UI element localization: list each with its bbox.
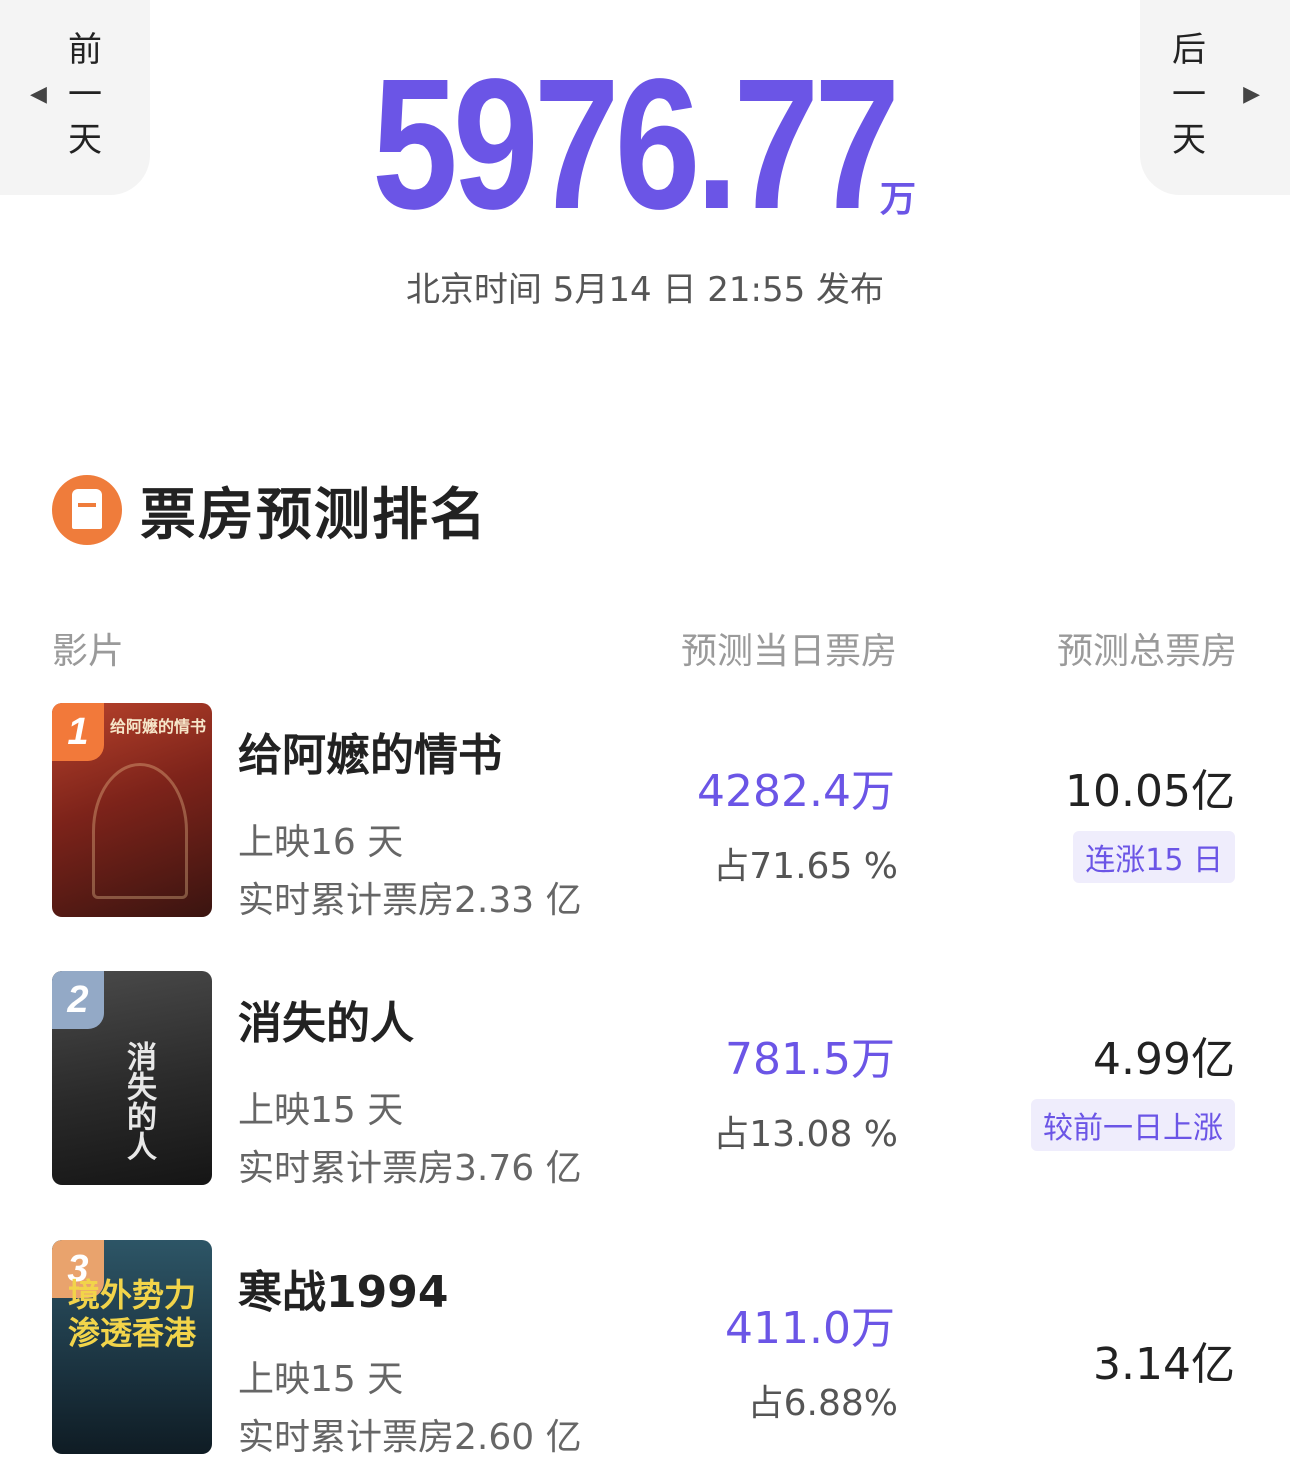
rank-badge: 2: [52, 971, 104, 1029]
forecast-total: 4.99亿: [1093, 1034, 1235, 1085]
share-percent: 占13.08 %: [713, 1114, 898, 1155]
cumulative-box-office: 实时累计票房2.60 亿: [238, 1417, 582, 1458]
movie-row[interactable]: 1 给阿嬷的情书 给阿嬷的情书 上映16 天 实时累计票房2.33 亿 4282…: [0, 703, 1290, 923]
trend-tag: 较前一日上涨: [1031, 1099, 1235, 1151]
release-days: 上映15 天: [238, 1090, 404, 1131]
total-box-office-unit: 万: [880, 179, 917, 220]
cumulative-box-office: 实时累计票房3.76 亿: [238, 1148, 582, 1189]
rank-badge: 1: [52, 703, 104, 761]
share-percent: 占6.88%: [747, 1383, 898, 1424]
column-header-today: 预测当日票房: [680, 631, 897, 672]
ranking-header: 票房预测排名: [52, 470, 488, 550]
next-day-button[interactable]: 后 一 天 ▶: [1140, 0, 1290, 195]
movie-title[interactable]: 寒战1994: [238, 1256, 448, 1320]
movie-poster[interactable]: 2 消失的人: [52, 971, 212, 1185]
forecast-total: 10.05亿: [1065, 766, 1235, 817]
left-arrow-icon: ◀: [30, 82, 47, 107]
prev-day-button[interactable]: ◀ 前 一 天: [0, 0, 150, 195]
cumulative-box-office: 实时累计票房2.33 亿: [238, 880, 582, 921]
forecast-today: 411.0万: [725, 1303, 895, 1354]
poster-title: 给阿嬷的情书: [110, 717, 207, 736]
movie-poster[interactable]: 3 境外势力渗透香港: [52, 1240, 212, 1454]
forecast-today: 4282.4万: [697, 766, 895, 817]
total-box-office: 5976.77: [372, 41, 900, 248]
header: ◀ 前 一 天 5976.77 万 北京时间 5月14 日 21:55 发布 后…: [0, 0, 1290, 400]
share-percent: 占71.65 %: [713, 846, 898, 887]
release-days: 上映16 天: [238, 822, 404, 863]
forecast-total: 3.14亿: [1093, 1339, 1235, 1390]
column-header-total: 预测总票房: [1056, 631, 1237, 672]
movie-row[interactable]: 2 消失的人 消失的人 上映15 天 实时累计票房3.76 亿 781.5万 占…: [0, 971, 1290, 1191]
movie-title[interactable]: 给阿嬷的情书: [238, 719, 502, 783]
poster-title: 消失的人: [121, 1041, 156, 1161]
poster-title: 境外势力渗透香港: [67, 1276, 196, 1352]
publish-time: 北京时间 5月14 日 21:55 发布: [405, 270, 885, 310]
movie-poster[interactable]: 1 给阿嬷的情书: [52, 703, 212, 917]
prev-day-label: 前 一 天: [68, 30, 102, 160]
forecast-today: 781.5万: [725, 1034, 895, 1085]
trend-tag: 连涨15 日: [1073, 831, 1235, 883]
release-days: 上映15 天: [238, 1359, 404, 1400]
column-header-film: 影片: [52, 631, 125, 672]
right-arrow-icon: ▶: [1243, 82, 1260, 107]
movie-row[interactable]: 3 境外势力渗透香港 寒战1994 上映15 天 实时累计票房2.60 亿 41…: [0, 1240, 1290, 1460]
box-office-icon: [52, 475, 122, 545]
ranking-title: 票房预测排名: [140, 482, 488, 548]
next-day-label: 后 一 天: [1172, 30, 1206, 160]
movie-title[interactable]: 消失的人: [238, 987, 414, 1051]
